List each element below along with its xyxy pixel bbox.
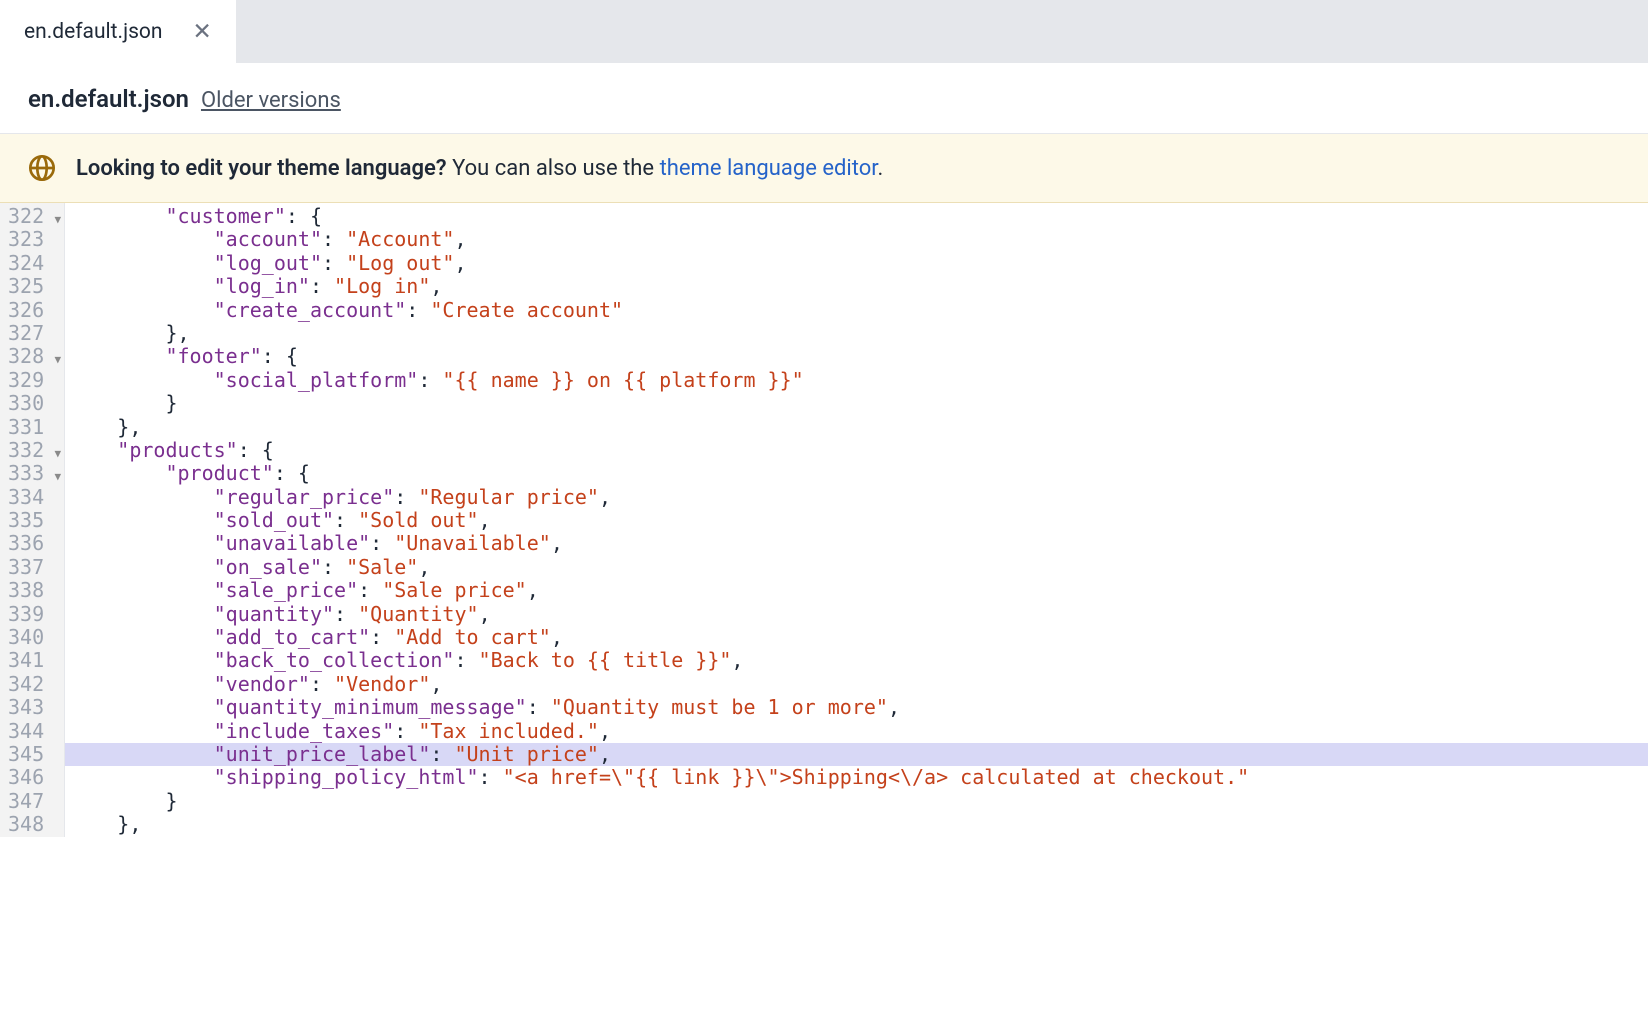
line-number: 328▼	[0, 345, 64, 368]
globe-icon	[28, 154, 56, 182]
tab-label: en.default.json	[24, 20, 163, 44]
code-line[interactable]: },	[65, 322, 1648, 345]
line-number: 347	[0, 790, 64, 813]
line-number: 340	[0, 626, 64, 649]
line-number: 333▼	[0, 462, 64, 485]
older-versions-link[interactable]: Older versions	[201, 88, 341, 113]
code-line[interactable]: "quantity": "Quantity",	[65, 603, 1648, 626]
banner-plain-text: You can also use the	[447, 156, 660, 181]
line-number: 331	[0, 416, 64, 439]
line-number: 341	[0, 649, 64, 672]
code-line[interactable]: "unavailable": "Unavailable",	[65, 532, 1648, 555]
line-number: 339	[0, 603, 64, 626]
code-line[interactable]: "unit_price_label": "Unit price",	[65, 743, 1648, 766]
info-banner: Looking to edit your theme language? You…	[0, 134, 1648, 203]
code-line[interactable]: "add_to_cart": "Add to cart",	[65, 626, 1648, 649]
line-number: 335	[0, 509, 64, 532]
line-number: 325	[0, 275, 64, 298]
line-number: 345	[0, 743, 64, 766]
code-line[interactable]: "include_taxes": "Tax included.",	[65, 720, 1648, 743]
banner-bold-text: Looking to edit your theme language?	[76, 156, 447, 181]
code-line[interactable]: },	[65, 813, 1648, 836]
code-line[interactable]: "back_to_collection": "Back to {{ title …	[65, 649, 1648, 672]
line-number: 324	[0, 252, 64, 275]
close-icon[interactable]: ✕	[193, 20, 212, 43]
line-number-gutter: 322▼323324325326327328▼329330331332▼333▼…	[0, 203, 65, 837]
line-number: 344	[0, 720, 64, 743]
line-number: 338	[0, 579, 64, 602]
line-number: 336	[0, 532, 64, 555]
code-line[interactable]: "customer": {	[65, 205, 1648, 228]
code-editor[interactable]: 322▼323324325326327328▼329330331332▼333▼…	[0, 203, 1648, 837]
code-line[interactable]: "account": "Account",	[65, 228, 1648, 251]
line-number: 337	[0, 556, 64, 579]
line-number: 346	[0, 766, 64, 789]
code-line[interactable]: }	[65, 790, 1648, 813]
line-number: 342	[0, 673, 64, 696]
code-line[interactable]: "create_account": "Create account"	[65, 299, 1648, 322]
tab-en-default-json[interactable]: en.default.json ✕	[0, 0, 237, 63]
code-line[interactable]: "on_sale": "Sale",	[65, 556, 1648, 579]
code-line[interactable]: "footer": {	[65, 345, 1648, 368]
code-line[interactable]: "products": {	[65, 439, 1648, 462]
line-number: 329	[0, 369, 64, 392]
code-line[interactable]: "quantity_minimum_message": "Quantity mu…	[65, 696, 1648, 719]
code-line[interactable]: "log_in": "Log in",	[65, 275, 1648, 298]
tab-bar: en.default.json ✕	[0, 0, 1648, 63]
code-line[interactable]: }	[65, 392, 1648, 415]
line-number: 348	[0, 813, 64, 836]
code-line[interactable]: "sale_price": "Sale price",	[65, 579, 1648, 602]
code-line[interactable]: },	[65, 416, 1648, 439]
line-number: 326	[0, 299, 64, 322]
line-number: 343	[0, 696, 64, 719]
line-number: 323	[0, 228, 64, 251]
code-line[interactable]: "vendor": "Vendor",	[65, 673, 1648, 696]
banner-period: .	[877, 156, 883, 181]
code-line[interactable]: "social_platform": "{{ name }} on {{ pla…	[65, 369, 1648, 392]
line-number: 330	[0, 392, 64, 415]
file-name: en.default.json	[28, 85, 189, 113]
banner-text: Looking to edit your theme language? You…	[76, 156, 883, 181]
line-number: 322▼	[0, 205, 64, 228]
code-line[interactable]: "sold_out": "Sold out",	[65, 509, 1648, 532]
theme-language-editor-link[interactable]: theme language editor	[660, 156, 878, 181]
line-number: 334	[0, 486, 64, 509]
code-line[interactable]: "product": {	[65, 462, 1648, 485]
code-area[interactable]: "customer": { "account": "Account", "log…	[65, 203, 1648, 837]
file-header: en.default.json Older versions	[0, 63, 1648, 134]
code-line[interactable]: "shipping_policy_html": "<a href=\"{{ li…	[65, 766, 1648, 789]
line-number: 327	[0, 322, 64, 345]
code-line[interactable]: "regular_price": "Regular price",	[65, 486, 1648, 509]
code-line[interactable]: "log_out": "Log out",	[65, 252, 1648, 275]
line-number: 332▼	[0, 439, 64, 462]
